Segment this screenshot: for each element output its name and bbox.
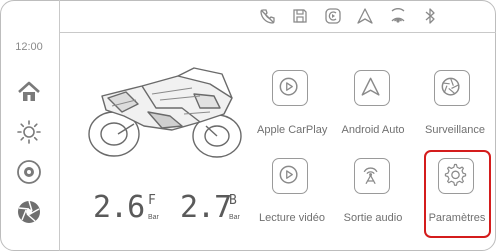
android-auto-icon <box>361 77 380 96</box>
video-playback-tile[interactable] <box>272 158 308 194</box>
carplay-icon <box>279 77 298 96</box>
bluetooth-icon <box>425 8 435 24</box>
android-auto-icon <box>357 8 373 24</box>
audio-output-label[interactable]: Sortie audio <box>338 212 408 224</box>
aperture-icon <box>441 77 460 96</box>
hotspot-icon <box>391 8 405 23</box>
android-auto-label[interactable]: Android Auto <box>338 124 408 136</box>
surveillance-label[interactable]: Surveillance <box>418 124 492 136</box>
brightness-icon[interactable] <box>15 118 43 146</box>
surveillance-tile[interactable] <box>434 70 470 106</box>
apple-carplay-label[interactable]: Apple CarPlay <box>257 124 327 136</box>
android-auto-tile[interactable] <box>354 70 390 106</box>
apple-carplay-tile[interactable] <box>272 70 308 106</box>
rear-pressure-label: B <box>229 193 237 208</box>
front-pressure-unit: Bar <box>148 214 159 221</box>
video-playback-label[interactable]: Lecture vidéo <box>253 212 331 224</box>
save-icon <box>293 9 307 23</box>
motorcycle-image <box>88 67 242 158</box>
antenna-icon <box>363 167 378 185</box>
play-icon <box>279 165 298 184</box>
aperture-icon[interactable] <box>15 198 43 226</box>
sidebar: 12:00 <box>0 0 60 251</box>
camera-icon[interactable] <box>15 158 43 186</box>
phone-off-icon <box>260 9 275 24</box>
rear-pressure-value: 2.7 <box>180 190 232 225</box>
rear-pressure-unit: Bar <box>229 214 240 221</box>
front-pressure-value: 2.6 <box>93 190 145 225</box>
carplay-icon <box>325 8 341 24</box>
clock: 12:00 <box>15 41 43 53</box>
front-pressure-label: F <box>148 193 156 208</box>
status-bar <box>60 0 496 33</box>
settings-highlight <box>424 150 491 238</box>
home-icon[interactable] <box>15 78 43 106</box>
audio-output-tile[interactable] <box>354 158 390 194</box>
